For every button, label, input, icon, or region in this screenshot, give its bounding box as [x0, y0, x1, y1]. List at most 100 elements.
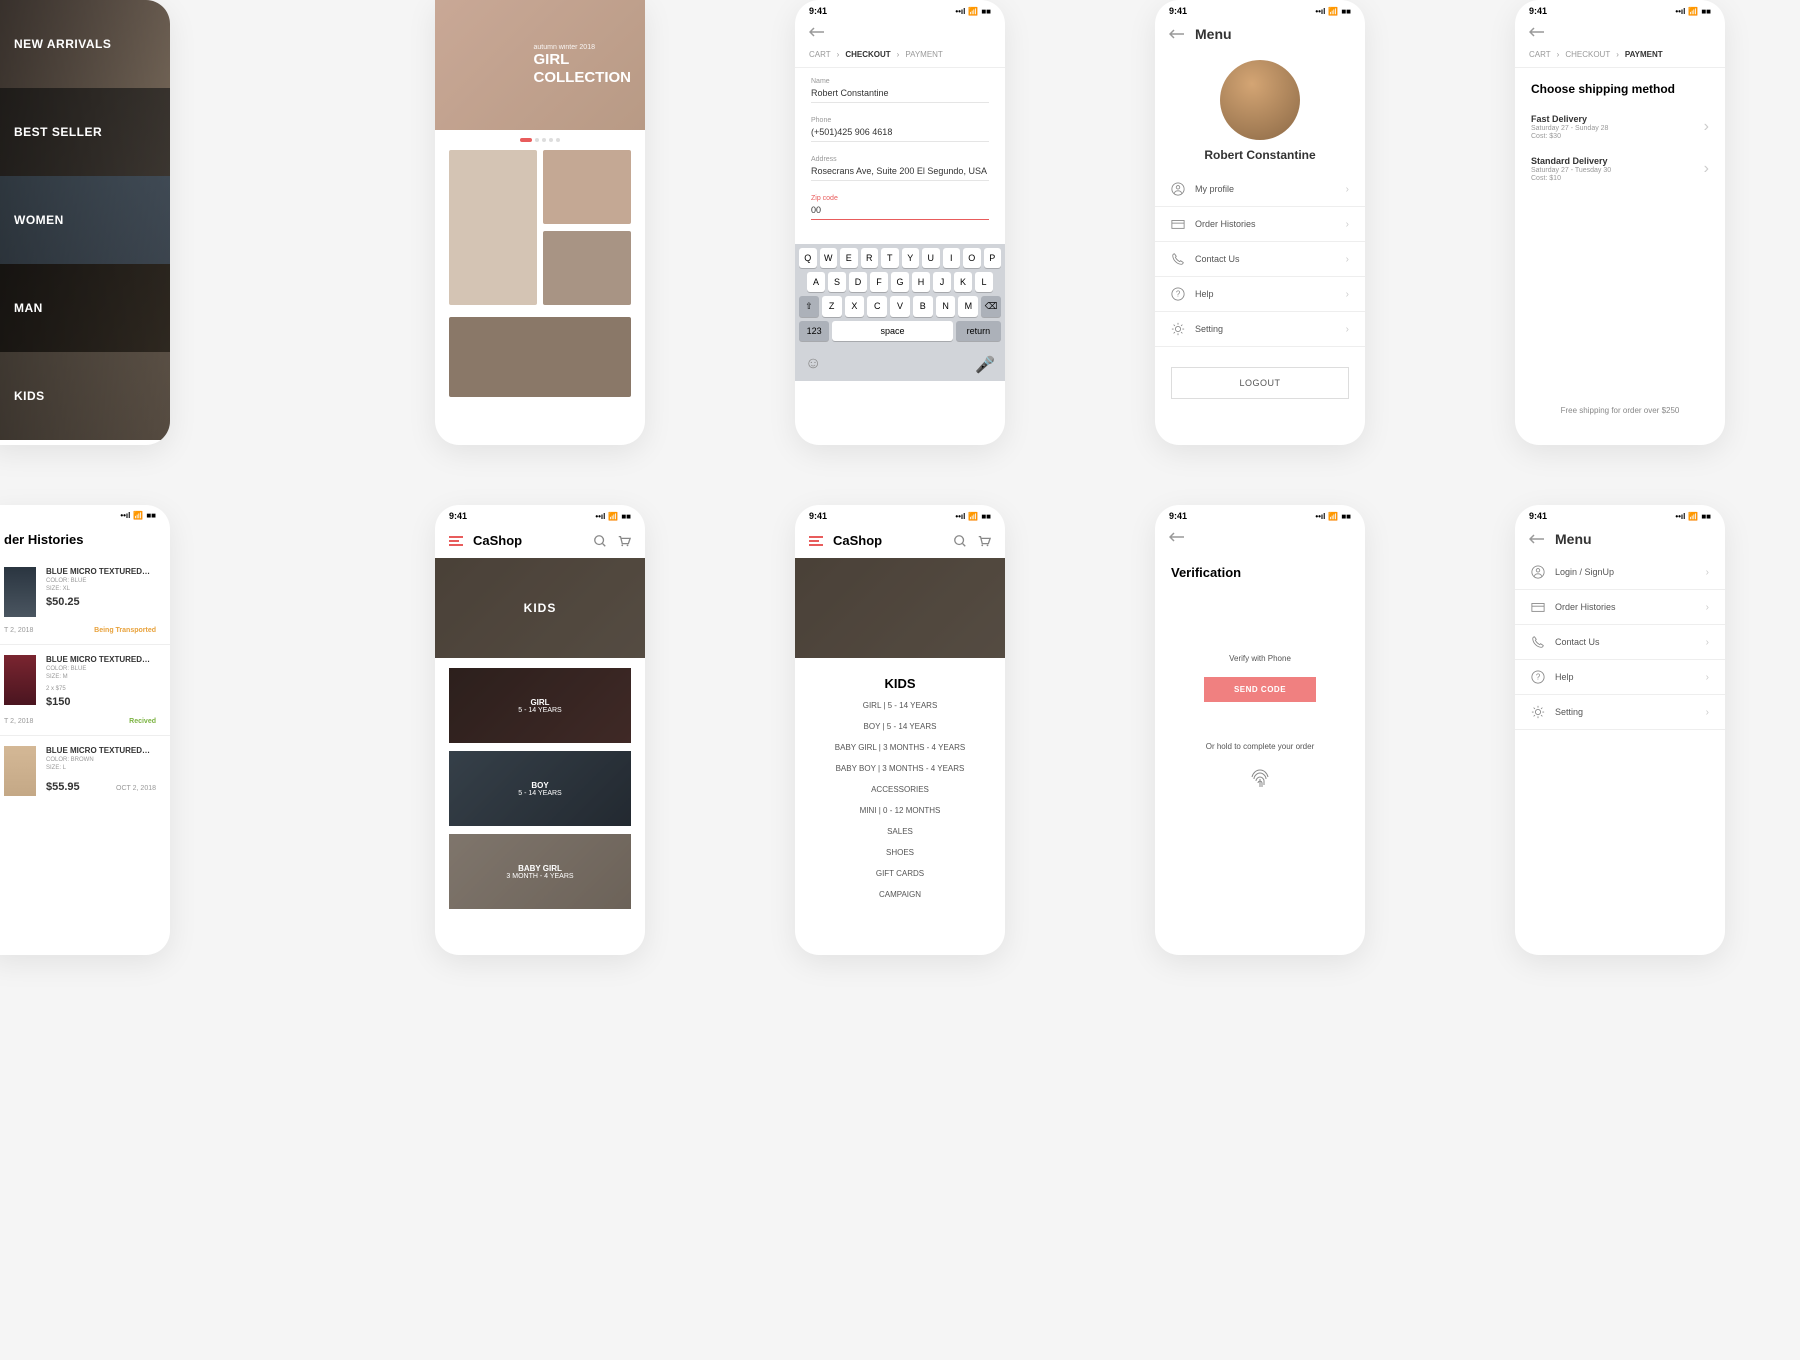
menu-item-setting[interactable]: Setting › [1515, 695, 1725, 730]
key-y[interactable]: Y [902, 248, 920, 268]
phone-icon [1171, 252, 1185, 266]
key-m[interactable]: M [958, 296, 978, 317]
address-field[interactable]: Address Rosecrans Ave, Suite 200 El Segu… [811, 156, 989, 181]
category-women[interactable]: WOMEN [0, 176, 170, 264]
zip-field[interactable]: Zip code 00 [811, 195, 989, 220]
key-f[interactable]: F [870, 272, 888, 292]
emoji-icon[interactable]: ☺ [805, 355, 821, 375]
product-image[interactable] [543, 150, 631, 224]
avatar[interactable] [1220, 60, 1300, 140]
key-e[interactable]: E [840, 248, 858, 268]
list-item[interactable]: MINI | 0 - 12 MONTHS [860, 806, 941, 815]
menu-item-help[interactable]: ? Help › [1155, 277, 1365, 312]
back-arrow-icon[interactable] [1529, 26, 1545, 38]
key-space[interactable]: space [832, 321, 953, 341]
list-item[interactable]: GIFT CARDS [876, 869, 924, 878]
cart-icon[interactable] [617, 534, 631, 548]
search-icon[interactable] [593, 534, 607, 548]
order-item[interactable]: BLUE MICRO TEXTURED… COLOR: BLUE SIZE: M… [0, 645, 170, 718]
key-i[interactable]: I [943, 248, 961, 268]
key-d[interactable]: D [849, 272, 867, 292]
search-icon[interactable] [953, 534, 967, 548]
list-item[interactable]: SHOES [886, 848, 914, 857]
menu-item-orders[interactable]: Order Histories › [1515, 590, 1725, 625]
crumb-cart[interactable]: CART [1529, 50, 1551, 59]
name-field[interactable]: Name Robert Constantine [811, 78, 989, 103]
category-best-seller[interactable]: BEST SELLER [0, 88, 170, 176]
key-r[interactable]: R [861, 248, 879, 268]
subcat-boy[interactable]: BOY 5 - 14 YEARS [449, 751, 631, 826]
fingerprint-icon[interactable] [1246, 765, 1274, 793]
key-s[interactable]: S [828, 272, 846, 292]
menu-item-orders[interactable]: Order Histories › [1155, 207, 1365, 242]
category-man[interactable]: MAN [0, 264, 170, 352]
key-t[interactable]: T [881, 248, 899, 268]
shipping-option-fast[interactable]: Fast Delivery Saturday 27 - Sunday 28 Co… [1515, 106, 1725, 148]
list-item[interactable]: CAMPAIGN [879, 890, 921, 899]
hamburger-icon[interactable] [809, 536, 823, 546]
carousel-dots[interactable] [435, 130, 645, 150]
category-kids[interactable]: KIDS [0, 352, 170, 440]
subcat-baby-girl[interactable]: BABY GIRL 3 MONTH - 4 YEARS [449, 834, 631, 909]
shipping-option-standard[interactable]: Standard Delivery Saturday 27 - Tuesday … [1515, 148, 1725, 190]
key-u[interactable]: U [922, 248, 940, 268]
key-j[interactable]: J [933, 272, 951, 292]
key-c[interactable]: C [867, 296, 887, 317]
back-arrow-icon[interactable] [1169, 531, 1185, 543]
menu-item-help[interactable]: ? Help › [1515, 660, 1725, 695]
list-item[interactable]: BOY | 5 - 14 YEARS [864, 722, 937, 731]
menu-item-login[interactable]: Login / SignUp › [1515, 555, 1725, 590]
back-arrow-icon[interactable] [809, 26, 825, 38]
key-return[interactable]: return [956, 321, 1001, 341]
key-q[interactable]: Q [799, 248, 817, 268]
crumb-checkout[interactable]: CHECKOUT [1565, 50, 1610, 59]
key-g[interactable]: G [891, 272, 909, 292]
list-item[interactable]: GIRL | 5 - 14 YEARS [863, 701, 938, 710]
crumb-payment[interactable]: PAYMENT [905, 50, 942, 59]
cart-icon[interactable] [977, 534, 991, 548]
phone-field[interactable]: Phone (+501)425 906 4618 [811, 117, 989, 142]
product-image[interactable] [543, 231, 631, 305]
send-code-button[interactable]: SEND CODE [1204, 677, 1316, 702]
key-x[interactable]: X [845, 296, 865, 317]
key-o[interactable]: O [963, 248, 981, 268]
key-backspace[interactable]: ⌫ [981, 296, 1001, 317]
back-arrow-icon[interactable] [1169, 28, 1185, 40]
key-w[interactable]: W [820, 248, 838, 268]
product-image[interactable] [449, 150, 537, 305]
key-k[interactable]: K [954, 272, 972, 292]
hamburger-icon[interactable] [449, 536, 463, 546]
key-a[interactable]: A [807, 272, 825, 292]
category-new-arrivals[interactable]: NEW ARRIVALS [0, 0, 170, 88]
menu-item-contact[interactable]: Contact Us › [1515, 625, 1725, 660]
key-shift[interactable]: ⇧ [799, 296, 819, 317]
logout-button[interactable]: LOGOUT [1171, 367, 1349, 399]
list-item[interactable]: BABY BOY | 3 MONTHS - 4 YEARS [836, 764, 965, 773]
menu-item-setting[interactable]: Setting › [1155, 312, 1365, 347]
key-p[interactable]: P [984, 248, 1002, 268]
hero-banner[interactable]: autumn winter 2018 GIRLCOLLECTION [435, 0, 645, 130]
menu-item-profile[interactable]: My profile › [1155, 172, 1365, 207]
key-v[interactable]: V [890, 296, 910, 317]
key-z[interactable]: Z [822, 296, 842, 317]
crumb-cart[interactable]: CART [809, 50, 831, 59]
product-image[interactable] [449, 317, 631, 397]
menu-item-contact[interactable]: Contact Us › [1155, 242, 1365, 277]
svg-text:?: ? [1536, 673, 1541, 682]
key-123[interactable]: 123 [799, 321, 829, 341]
key-l[interactable]: L [975, 272, 993, 292]
order-item[interactable]: BLUE MICRO TEXTURED… COLOR: BROWN SIZE: … [0, 736, 170, 806]
list-item[interactable]: SALES [887, 827, 913, 836]
order-item[interactable]: BLUE MICRO TEXTURED… COLOR: BLUE SIZE: X… [0, 557, 170, 627]
subcat-girl[interactable]: GIRL 5 - 14 YEARS [449, 668, 631, 743]
list-item[interactable]: BABY GIRL | 3 MONTHS - 4 YEARS [835, 743, 965, 752]
back-arrow-icon[interactable] [1529, 533, 1545, 545]
key-b[interactable]: B [913, 296, 933, 317]
key-h[interactable]: H [912, 272, 930, 292]
phone-icon [1531, 635, 1545, 649]
key-n[interactable]: N [936, 296, 956, 317]
kids-hero[interactable]: KIDS [435, 558, 645, 658]
kids-hero[interactable] [795, 558, 1005, 658]
list-item[interactable]: ACCESSORIES [871, 785, 929, 794]
mic-icon[interactable]: 🎤 [975, 355, 995, 375]
